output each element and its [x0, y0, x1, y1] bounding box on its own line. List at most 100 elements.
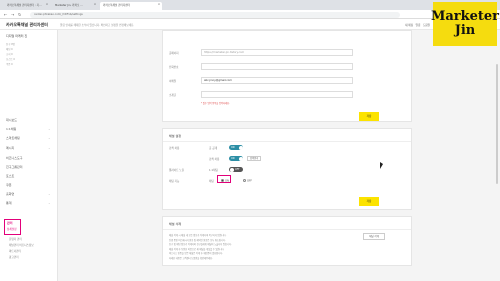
- sidebar-item-label: 친구그룹관리: [6, 165, 23, 169]
- radio-dot: [243, 179, 246, 182]
- email-field[interactable]: abc.jinny@gmail.com: [201, 77, 353, 84]
- logo-line-1: Marketer: [430, 9, 500, 24]
- tab-label: Marketer Jin, 카카오 …: [55, 4, 83, 7]
- save-button[interactable]: 저장: [359, 112, 379, 121]
- sidebar-item[interactable]: 1:1채팅 ⌄: [6, 127, 51, 131]
- search-result-button[interactable]: 검색결과: [247, 156, 262, 161]
- sidebar-subitem[interactable]: 파트너관리: [9, 249, 21, 253]
- sidebar-item-label: 메시지: [6, 146, 15, 150]
- phone-field[interactable]: [201, 63, 353, 70]
- header-notice[interactable]: 알림 안내를 해제한 소식이 있습니다. 확인하고 설정을 변경해보세요.: [60, 23, 134, 27]
- sidebar-item-label: 통계: [6, 201, 12, 205]
- browser-tab[interactable]: Marketer Jin, 카카오 … ×: [52, 2, 98, 10]
- divider: [163, 229, 411, 230]
- chat-toggle[interactable]: OFF: [229, 167, 243, 172]
- url-input[interactable]: center-pf.kakao.com/_lhDFxb/settings: [30, 11, 400, 18]
- sidebar-item[interactable]: 대시보드: [6, 118, 17, 122]
- delete-notice-list: 채널 삭제 시 채널 내 모든 정보가 삭제되며 복구되지 않습니다. 진행 중…: [169, 233, 359, 260]
- delete-channel-button[interactable]: 채널 삭제: [363, 233, 385, 240]
- homepage-label: 홈페이지: [169, 52, 179, 55]
- close-icon[interactable]: ×: [94, 3, 96, 6]
- help-link[interactable]: 도움말: [423, 24, 430, 27]
- browser-tab[interactable]: 카카오톡채널 관리자센터 : 기… ×: [4, 2, 50, 10]
- toggle-state: ON: [231, 156, 235, 160]
- browser-tab-strip: 카카오톡채널 관리자센터 : 기… × Marketer Jin, 카카오 … × …: [0, 0, 500, 10]
- save-button[interactable]: 저장: [359, 197, 379, 206]
- sidebar-item-label: 스마트채팅: [6, 136, 20, 140]
- homepage-field[interactable]: https://marketer-jin.tistory.com: [201, 49, 353, 56]
- sidebar-item-label: 포스트: [6, 174, 15, 178]
- main-content: 홈페이지 https://marketer-jin.tistory.com 전화…: [58, 30, 500, 281]
- radio-highlight-box: [217, 175, 231, 183]
- sidebar-item[interactable]: 메시지 ⌄: [6, 146, 51, 150]
- intro-field[interactable]: [201, 91, 353, 98]
- radio-off[interactable]: OFF: [243, 179, 252, 183]
- sidebar-subitem[interactable]: 운영자 관리: [9, 237, 22, 241]
- sidebar-item[interactable]: 포스트: [6, 174, 14, 178]
- address-bar-row: ← → ↻ center-pf.kakao.com/_lhDFxb/settin…: [0, 10, 500, 19]
- chevron-down-icon: ⌄: [48, 201, 51, 205]
- chevron-down-icon: ⌄: [48, 136, 51, 140]
- back-icon[interactable]: ←: [4, 12, 7, 17]
- sidebar-item-label: 홈화면: [6, 192, 15, 196]
- setting-label: 웹사이트 노출: [169, 169, 185, 172]
- intro-label: 소개글: [169, 94, 177, 97]
- home-public-toggle[interactable]: ON: [229, 145, 243, 150]
- app-brand[interactable]: 카카오톡채널 관리자센터: [6, 22, 48, 28]
- mouse-cursor-icon: [380, 162, 383, 169]
- chevron-down-icon: ⌄: [48, 146, 51, 150]
- sidebar-item[interactable]: 홈화면 ⌄: [6, 192, 51, 196]
- list-item: 자세한 내용은 고객센터 도움말을 확인해주세요.: [169, 256, 213, 260]
- channel-stats: 친구 0명 채팅 0 소식 0 포스트 0 쿠폰 0: [6, 42, 50, 67]
- section-title: 채널 설정: [169, 134, 181, 138]
- sidebar-item[interactable]: 친구그룹관리: [6, 165, 23, 169]
- sidebar-item[interactable]: 스마트채팅 ⌄: [6, 136, 51, 140]
- toggle-state: ON: [231, 145, 235, 149]
- sidebar-item[interactable]: 통계 ⌄: [6, 201, 51, 205]
- channel-delete-card: 채널 삭제 채널 삭제 시 채널 내 모든 정보가 삭제되며 복구되지 않습니다…: [162, 216, 412, 266]
- email-label: 이메일: [169, 80, 177, 83]
- sidebar-subitem-detail-settings[interactable]: 상세설정: [7, 227, 17, 231]
- tab-label: 카카오톡채널 관리자센터 : 기…: [7, 4, 42, 7]
- channel-settings-card: 채널 설정 검색 허용 홈 공개 ON 검색 허용 ON 검색결과 웹사이트 노…: [162, 128, 412, 210]
- setting-label: 채팅 기능: [169, 180, 180, 183]
- forward-icon[interactable]: →: [11, 12, 14, 17]
- close-icon[interactable]: ×: [158, 3, 160, 6]
- sidebar-subitem[interactable]: 광고관리: [9, 255, 19, 259]
- setting-label: 검색 허용: [169, 147, 180, 150]
- sidebar-item[interactable]: 쿠폰: [6, 183, 12, 187]
- stat-item: 쿠폰 0: [6, 63, 13, 66]
- sidebar-item-label: 비즈니스도구: [6, 156, 23, 160]
- marketer-jin-logo: Marketer Jin: [430, 2, 500, 46]
- header-links: 새 채팅 알림 도움말: [405, 23, 430, 27]
- sidebar-item-label: 1:1채팅: [6, 127, 17, 131]
- profile-info-card: 홈페이지 https://marketer-jin.tistory.com 전화…: [162, 30, 412, 122]
- chevron-down-icon: ⌄: [48, 192, 51, 196]
- search-allow-toggle[interactable]: ON: [229, 156, 243, 161]
- browser-tab-active[interactable]: 카카오톡채널 관리자센터 ×: [100, 2, 162, 10]
- divider: [163, 141, 411, 142]
- sidebar-item-label: 쿠폰: [6, 183, 12, 187]
- new-chat-link[interactable]: 새 채팅: [405, 24, 413, 27]
- sidebar-item-manage[interactable]: 관리: [7, 221, 13, 225]
- setting-option: 1:1채팅: [209, 169, 218, 172]
- radio-label: OFF: [247, 179, 253, 183]
- phone-label: 전화번호: [169, 66, 179, 69]
- close-icon[interactable]: ×: [46, 3, 48, 6]
- setting-option: 검색 허용: [209, 158, 220, 161]
- section-title: 채널 삭제: [169, 222, 181, 226]
- chevron-down-icon: ⌄: [48, 127, 51, 131]
- sidebar-item-label: 대시보드: [6, 118, 18, 122]
- required-note: * 필수 입력 항목을 입력하세요.: [201, 102, 230, 105]
- sidebar-item-label: 관리: [7, 221, 13, 225]
- notification-link[interactable]: 알림: [416, 24, 421, 27]
- app-header: 카카오톡채널 관리자센터 알림 안내를 해제한 소식이 있습니다. 확인하고 설…: [0, 19, 500, 30]
- sidebar-item[interactable]: 비즈니스도구: [6, 156, 23, 160]
- scrollbar[interactable]: [496, 64, 498, 184]
- setting-option: 홈 공개: [209, 147, 217, 150]
- sidebar-subitem[interactable]: 채널관리 비즈니스정보: [9, 243, 34, 247]
- reload-icon[interactable]: ↻: [18, 12, 21, 17]
- toggle-state: OFF: [235, 167, 240, 171]
- sidebar: 디지털 마케터 진 친구 0명 채팅 0 소식 0 포스트 0 쿠폰 0 대시보…: [0, 30, 58, 281]
- channel-name[interactable]: 디지털 마케터 진: [6, 34, 27, 38]
